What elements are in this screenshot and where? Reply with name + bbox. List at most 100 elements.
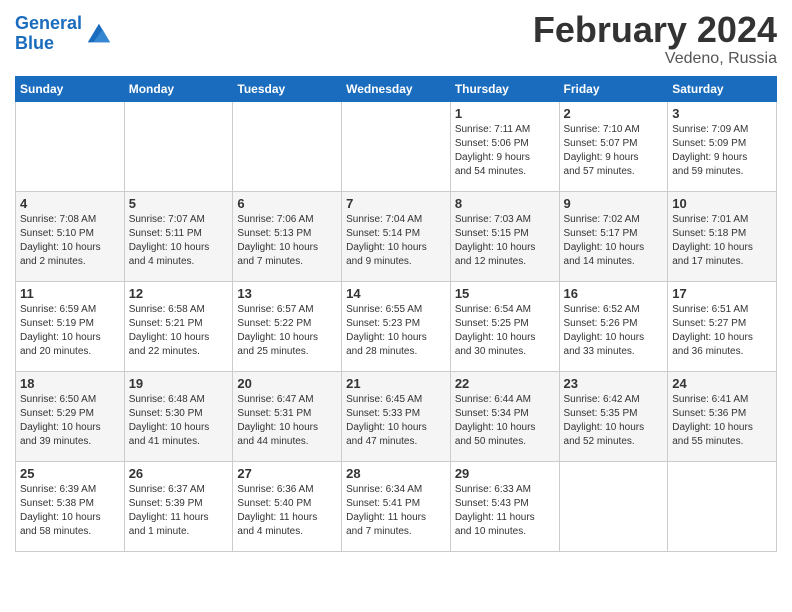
day-info: Sunrise: 6:54 AM Sunset: 5:25 PM Dayligh…	[455, 303, 555, 359]
day-number: 12	[129, 286, 229, 301]
week-row-2: 4Sunrise: 7:08 AM Sunset: 5:10 PM Daylig…	[16, 191, 777, 281]
day-number: 5	[129, 196, 229, 211]
calendar-cell	[16, 101, 125, 191]
calendar-cell: 5 Sunrise: 7:07 AM Sunset: 5:11 PM Daylig…	[124, 191, 233, 281]
day-number: 20	[237, 376, 337, 391]
day-info: Sunrise: 7:10 AM Sunset: 5:07 PM Dayligh…	[564, 123, 664, 179]
day-number: 27	[237, 466, 337, 481]
day-number: 29	[455, 466, 555, 481]
day-number: 10	[672, 196, 772, 211]
weekday-header-sunday: Sunday	[16, 76, 125, 101]
day-info: Sunrise: 7:08 AM Sunset: 5:10 PM Dayligh…	[20, 213, 120, 269]
day-info: Sunrise: 6:41 AM Sunset: 5:36 PM Dayligh…	[672, 393, 772, 449]
calendar-cell: 9 Sunrise: 7:02 AM Sunset: 5:17 PM Daylig…	[559, 191, 668, 281]
day-number: 17	[672, 286, 772, 301]
day-info: Sunrise: 6:42 AM Sunset: 5:35 PM Dayligh…	[564, 393, 664, 449]
week-row-4: 18 Sunrise: 6:50 AM Sunset: 5:29 PM Dayli…	[16, 371, 777, 461]
day-number: 19	[129, 376, 229, 391]
calendar-table: SundayMondayTuesdayWednesdayThursdayFrid…	[15, 76, 777, 552]
day-number: 28	[346, 466, 446, 481]
day-info: Sunrise: 6:48 AM Sunset: 5:30 PM Dayligh…	[129, 393, 229, 449]
weekday-header-friday: Friday	[559, 76, 668, 101]
day-number: 8	[455, 196, 555, 211]
weekday-header-thursday: Thursday	[450, 76, 559, 101]
weekday-header-row: SundayMondayTuesdayWednesdayThursdayFrid…	[16, 76, 777, 101]
day-info: Sunrise: 6:55 AM Sunset: 5:23 PM Dayligh…	[346, 303, 446, 359]
day-number: 21	[346, 376, 446, 391]
day-info: Sunrise: 6:36 AM Sunset: 5:40 PM Dayligh…	[237, 483, 337, 539]
calendar-cell: 26 Sunrise: 6:37 AM Sunset: 5:39 PM Dayli…	[124, 461, 233, 551]
day-info: Sunrise: 6:51 AM Sunset: 5:27 PM Dayligh…	[672, 303, 772, 359]
day-info: Sunrise: 7:02 AM Sunset: 5:17 PM Dayligh…	[564, 213, 664, 269]
week-row-5: 25 Sunrise: 6:39 AM Sunset: 5:38 PM Dayli…	[16, 461, 777, 551]
day-number: 3	[672, 106, 772, 121]
calendar-cell: 1 Sunrise: 7:11 AM Sunset: 5:06 PM Daylig…	[450, 101, 559, 191]
logo: General Blue	[15, 14, 112, 54]
calendar-cell	[233, 101, 342, 191]
calendar-cell: 17 Sunrise: 6:51 AM Sunset: 5:27 PM Dayli…	[668, 281, 777, 371]
title-block: February 2024 Vedeno, Russia	[533, 10, 777, 68]
day-info: Sunrise: 6:44 AM Sunset: 5:34 PM Dayligh…	[455, 393, 555, 449]
day-number: 13	[237, 286, 337, 301]
calendar-cell: 22 Sunrise: 6:44 AM Sunset: 5:34 PM Dayli…	[450, 371, 559, 461]
day-info: Sunrise: 6:33 AM Sunset: 5:43 PM Dayligh…	[455, 483, 555, 539]
day-number: 2	[564, 106, 664, 121]
day-info: Sunrise: 6:52 AM Sunset: 5:26 PM Dayligh…	[564, 303, 664, 359]
day-number: 26	[129, 466, 229, 481]
calendar-cell	[342, 101, 451, 191]
day-info: Sunrise: 6:47 AM Sunset: 5:31 PM Dayligh…	[237, 393, 337, 449]
calendar-cell	[668, 461, 777, 551]
weekday-header-wednesday: Wednesday	[342, 76, 451, 101]
calendar-cell: 14 Sunrise: 6:55 AM Sunset: 5:23 PM Dayli…	[342, 281, 451, 371]
day-number: 16	[564, 286, 664, 301]
calendar-cell: 27 Sunrise: 6:36 AM Sunset: 5:40 PM Dayli…	[233, 461, 342, 551]
calendar-cell: 4Sunrise: 7:08 AM Sunset: 5:10 PM Daylig…	[16, 191, 125, 281]
day-number: 23	[564, 376, 664, 391]
calendar-cell: 20 Sunrise: 6:47 AM Sunset: 5:31 PM Dayli…	[233, 371, 342, 461]
weekday-header-saturday: Saturday	[668, 76, 777, 101]
logo-icon	[84, 20, 112, 48]
calendar-cell: 18 Sunrise: 6:50 AM Sunset: 5:29 PM Dayli…	[16, 371, 125, 461]
day-number: 6	[237, 196, 337, 211]
day-info: Sunrise: 7:04 AM Sunset: 5:14 PM Dayligh…	[346, 213, 446, 269]
calendar-cell: 24Sunrise: 6:41 AM Sunset: 5:36 PM Dayli…	[668, 371, 777, 461]
day-info: Sunrise: 6:58 AM Sunset: 5:21 PM Dayligh…	[129, 303, 229, 359]
calendar-cell: 28 Sunrise: 6:34 AM Sunset: 5:41 PM Dayli…	[342, 461, 451, 551]
calendar-cell: 25 Sunrise: 6:39 AM Sunset: 5:38 PM Dayli…	[16, 461, 125, 551]
day-number: 1	[455, 106, 555, 121]
calendar-cell: 7 Sunrise: 7:04 AM Sunset: 5:14 PM Daylig…	[342, 191, 451, 281]
day-info: Sunrise: 6:34 AM Sunset: 5:41 PM Dayligh…	[346, 483, 446, 539]
day-info: Sunrise: 6:59 AM Sunset: 5:19 PM Dayligh…	[20, 303, 120, 359]
calendar-cell: 29 Sunrise: 6:33 AM Sunset: 5:43 PM Dayli…	[450, 461, 559, 551]
day-number: 18	[20, 376, 120, 391]
calendar-cell: 21 Sunrise: 6:45 AM Sunset: 5:33 PM Dayli…	[342, 371, 451, 461]
week-row-1: 1 Sunrise: 7:11 AM Sunset: 5:06 PM Daylig…	[16, 101, 777, 191]
calendar-cell: 12 Sunrise: 6:58 AM Sunset: 5:21 PM Dayli…	[124, 281, 233, 371]
calendar-cell: 13Sunrise: 6:57 AM Sunset: 5:22 PM Dayli…	[233, 281, 342, 371]
day-info: Sunrise: 6:37 AM Sunset: 5:39 PM Dayligh…	[129, 483, 229, 539]
logo-general: General	[15, 13, 82, 33]
calendar-cell: 8Sunrise: 7:03 AM Sunset: 5:15 PM Daylig…	[450, 191, 559, 281]
day-number: 11	[20, 286, 120, 301]
calendar-cell: 6Sunrise: 7:06 AM Sunset: 5:13 PM Daylig…	[233, 191, 342, 281]
day-info: Sunrise: 7:07 AM Sunset: 5:11 PM Dayligh…	[129, 213, 229, 269]
calendar-cell: 2 Sunrise: 7:10 AM Sunset: 5:07 PM Daylig…	[559, 101, 668, 191]
day-info: Sunrise: 6:50 AM Sunset: 5:29 PM Dayligh…	[20, 393, 120, 449]
day-number: 7	[346, 196, 446, 211]
calendar-cell: 10 Sunrise: 7:01 AM Sunset: 5:18 PM Dayli…	[668, 191, 777, 281]
weekday-header-monday: Monday	[124, 76, 233, 101]
page-header: General Blue February 2024 Vedeno, Russi…	[15, 10, 777, 68]
calendar-cell: 3 Sunrise: 7:09 AM Sunset: 5:09 PM Daylig…	[668, 101, 777, 191]
day-number: 22	[455, 376, 555, 391]
day-number: 9	[564, 196, 664, 211]
day-number: 14	[346, 286, 446, 301]
location-title: Vedeno, Russia	[533, 50, 777, 68]
calendar-cell: 15Sunrise: 6:54 AM Sunset: 5:25 PM Dayli…	[450, 281, 559, 371]
day-info: Sunrise: 7:01 AM Sunset: 5:18 PM Dayligh…	[672, 213, 772, 269]
day-info: Sunrise: 7:11 AM Sunset: 5:06 PM Dayligh…	[455, 123, 555, 179]
day-number: 25	[20, 466, 120, 481]
day-info: Sunrise: 6:45 AM Sunset: 5:33 PM Dayligh…	[346, 393, 446, 449]
weekday-header-tuesday: Tuesday	[233, 76, 342, 101]
day-info: Sunrise: 6:39 AM Sunset: 5:38 PM Dayligh…	[20, 483, 120, 539]
day-info: Sunrise: 7:09 AM Sunset: 5:09 PM Dayligh…	[672, 123, 772, 179]
